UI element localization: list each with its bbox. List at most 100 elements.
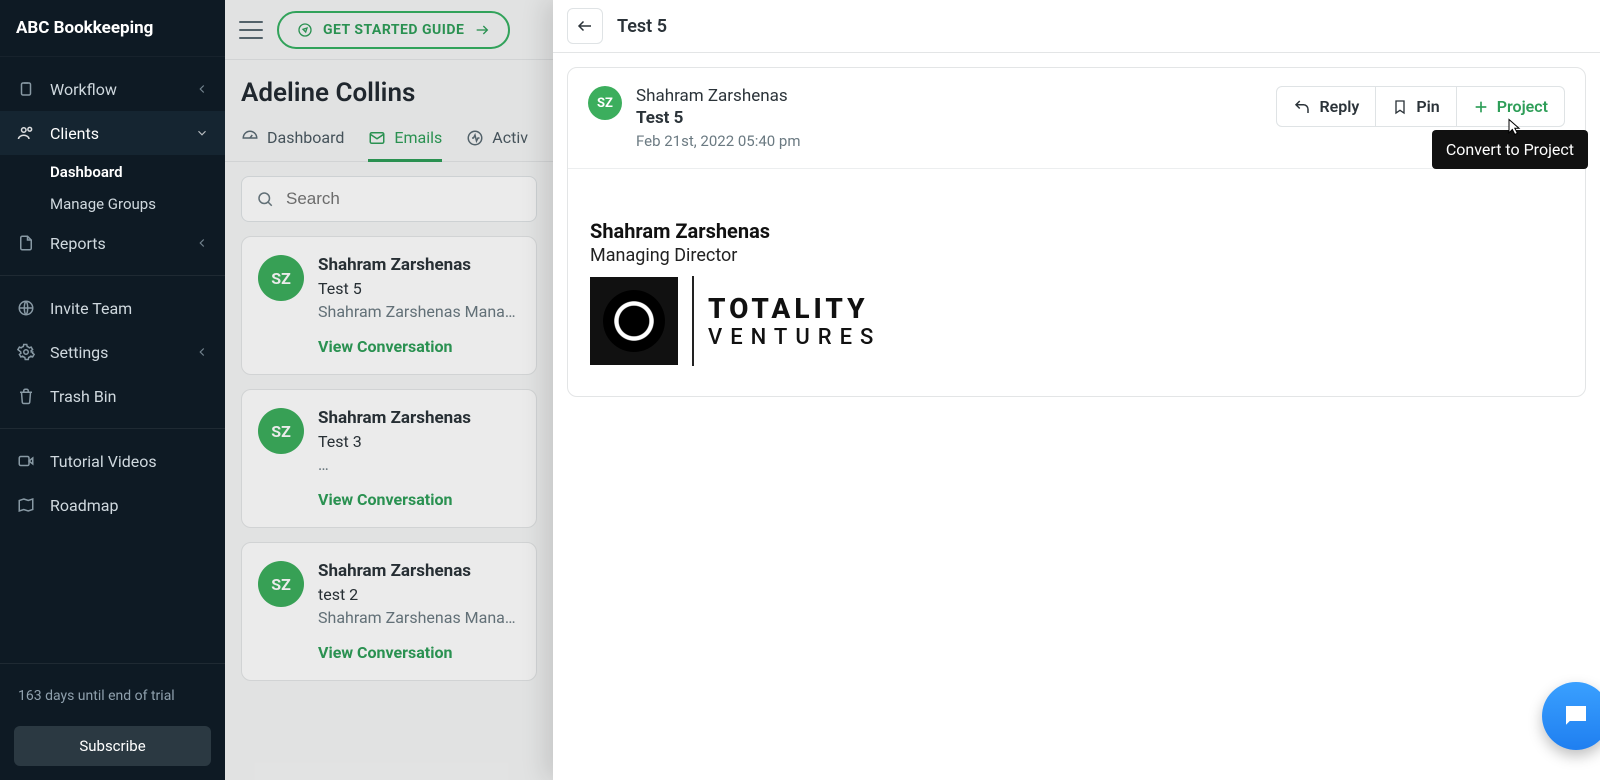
sidebar-item-reports[interactable]: Reports <box>0 221 225 265</box>
search-icon <box>256 190 274 208</box>
sidebar-item-roadmap[interactable]: Roadmap <box>0 483 225 527</box>
email-card[interactable]: SZ Shahram Zarshenas Test 5 Shahram Zars… <box>241 236 537 375</box>
top-bar: GET STARTED GUIDE <box>225 0 553 60</box>
clipboard-icon <box>16 79 36 99</box>
chevron-left-icon <box>195 82 209 96</box>
arrow-right-icon <box>474 22 490 38</box>
sidebar-sub-dashboard[interactable]: Dashboard <box>50 163 225 181</box>
chevron-left-icon <box>195 345 209 359</box>
reply-icon <box>1293 98 1311 116</box>
chat-fab[interactable] <box>1542 682 1600 750</box>
sidebar-item-tutorial-videos[interactable]: Tutorial Videos <box>0 439 225 483</box>
message-date: Feb 21st, 2022 05:40 pm <box>636 132 801 150</box>
trash-icon <box>16 386 36 406</box>
email-preview: … <box>318 455 520 474</box>
email-card[interactable]: SZ Shahram Zarshenas test 2 Shahram Zars… <box>241 542 537 681</box>
tab-activity[interactable]: Activ <box>466 118 528 161</box>
email-list: SZ Shahram Zarshenas Test 5 Shahram Zars… <box>225 236 553 697</box>
divider <box>0 275 225 276</box>
sidebar-item-label: Trash Bin <box>50 387 117 406</box>
subscribe-button[interactable]: Subscribe <box>14 726 211 766</box>
divider <box>0 428 225 429</box>
back-button[interactable] <box>567 8 603 44</box>
sidebar-item-trash[interactable]: Trash Bin <box>0 374 225 418</box>
divider <box>0 663 225 664</box>
email-from: Shahram Zarshenas <box>318 561 520 581</box>
logo-text-top: TOTALITY <box>708 292 881 325</box>
clients-submenu: Dashboard Manage Groups <box>0 155 225 221</box>
reply-button[interactable]: Reply <box>1276 86 1376 127</box>
pin-button[interactable]: Pin <box>1376 86 1456 127</box>
map-icon <box>16 495 36 515</box>
sidebar-nav: Workflow Clients Dashboard Manage Groups <box>0 57 225 653</box>
sidebar-item-label: Reports <box>50 234 106 253</box>
view-conversation-link[interactable]: View Conversation <box>318 490 520 509</box>
bookmark-icon <box>1392 98 1408 116</box>
tab-label: Dashboard <box>267 128 344 147</box>
globe-icon <box>16 298 36 318</box>
project-button[interactable]: Project <box>1457 86 1565 127</box>
search-input[interactable] <box>286 189 522 209</box>
sidebar: ABC Bookkeeping Workflow Clients <box>0 0 225 780</box>
plus-icon <box>1473 99 1489 115</box>
project-label: Project <box>1497 97 1548 116</box>
email-from: Shahram Zarshenas <box>318 255 520 275</box>
menu-toggle-icon[interactable] <box>239 21 263 39</box>
message-actions: Reply Pin Project <box>1276 86 1565 127</box>
chat-icon <box>1561 701 1591 731</box>
email-subject: Test 3 <box>318 432 520 451</box>
panel-header: Test 5 <box>553 0 1600 53</box>
sidebar-item-label: Invite Team <box>50 299 132 318</box>
file-icon <box>16 233 36 253</box>
compass-icon <box>297 22 313 38</box>
client-name-heading: Adeline Collins <box>225 60 553 118</box>
avatar: SZ <box>258 255 304 301</box>
activity-icon <box>466 129 484 147</box>
sidebar-item-workflow[interactable]: Workflow <box>0 67 225 111</box>
client-tabs: Dashboard Emails Activ <box>225 118 553 162</box>
chevron-left-icon <box>195 236 209 250</box>
sidebar-item-clients[interactable]: Clients <box>0 111 225 155</box>
sidebar-item-invite-team[interactable]: Invite Team <box>0 286 225 330</box>
signature-logo: TOTALITY VENTURES <box>590 276 1563 366</box>
users-icon <box>16 123 36 143</box>
sidebar-item-label: Roadmap <box>50 496 118 515</box>
view-conversation-link[interactable]: View Conversation <box>318 643 520 662</box>
tab-emails[interactable]: Emails <box>368 118 442 161</box>
project-tooltip: Convert to Project <box>1432 130 1588 169</box>
tab-dashboard[interactable]: Dashboard <box>241 118 344 161</box>
arrow-left-icon <box>576 17 594 35</box>
trial-status: 163 days until end of trial <box>0 674 225 718</box>
email-from: Shahram Zarshenas <box>318 408 520 428</box>
sidebar-item-label: Settings <box>50 343 108 362</box>
signature-name: Shahram Zarshenas <box>590 219 1563 243</box>
gear-icon <box>16 342 36 362</box>
reply-label: Reply <box>1319 97 1359 116</box>
view-conversation-link[interactable]: View Conversation <box>318 337 520 356</box>
sidebar-item-settings[interactable]: Settings <box>0 330 225 374</box>
brand-title: ABC Bookkeeping <box>0 0 225 57</box>
sidebar-item-label: Tutorial Videos <box>50 452 157 471</box>
sidebar-item-label: Workflow <box>50 80 117 99</box>
logo-mark <box>590 277 678 365</box>
mail-icon <box>368 129 386 147</box>
sidebar-sub-manage-groups[interactable]: Manage Groups <box>50 195 225 213</box>
email-preview: Shahram Zarshenas Managing Director <box>318 608 520 627</box>
search-input-wrap[interactable] <box>241 176 537 222</box>
message-card: SZ Shahram Zarshenas Test 5 Feb 21st, 20… <box>567 67 1586 397</box>
logo-divider <box>692 276 694 366</box>
avatar: SZ <box>258 408 304 454</box>
video-icon <box>16 451 36 471</box>
message-from: Shahram Zarshenas <box>636 86 801 106</box>
get-started-label: GET STARTED GUIDE <box>323 22 464 38</box>
get-started-button[interactable]: GET STARTED GUIDE <box>277 11 510 49</box>
signature-title: Managing Director <box>590 245 1563 266</box>
email-subject: test 2 <box>318 585 520 604</box>
gauge-icon <box>241 129 259 147</box>
email-card[interactable]: SZ Shahram Zarshenas Test 3 … View Conve… <box>241 389 537 528</box>
avatar: SZ <box>588 86 622 120</box>
panel-title: Test 5 <box>617 16 667 37</box>
email-preview: Shahram Zarshenas Managing Director <box>318 302 520 321</box>
email-subject: Test 5 <box>318 279 520 298</box>
email-list-pane: GET STARTED GUIDE Adeline Collins Dashbo… <box>225 0 553 780</box>
